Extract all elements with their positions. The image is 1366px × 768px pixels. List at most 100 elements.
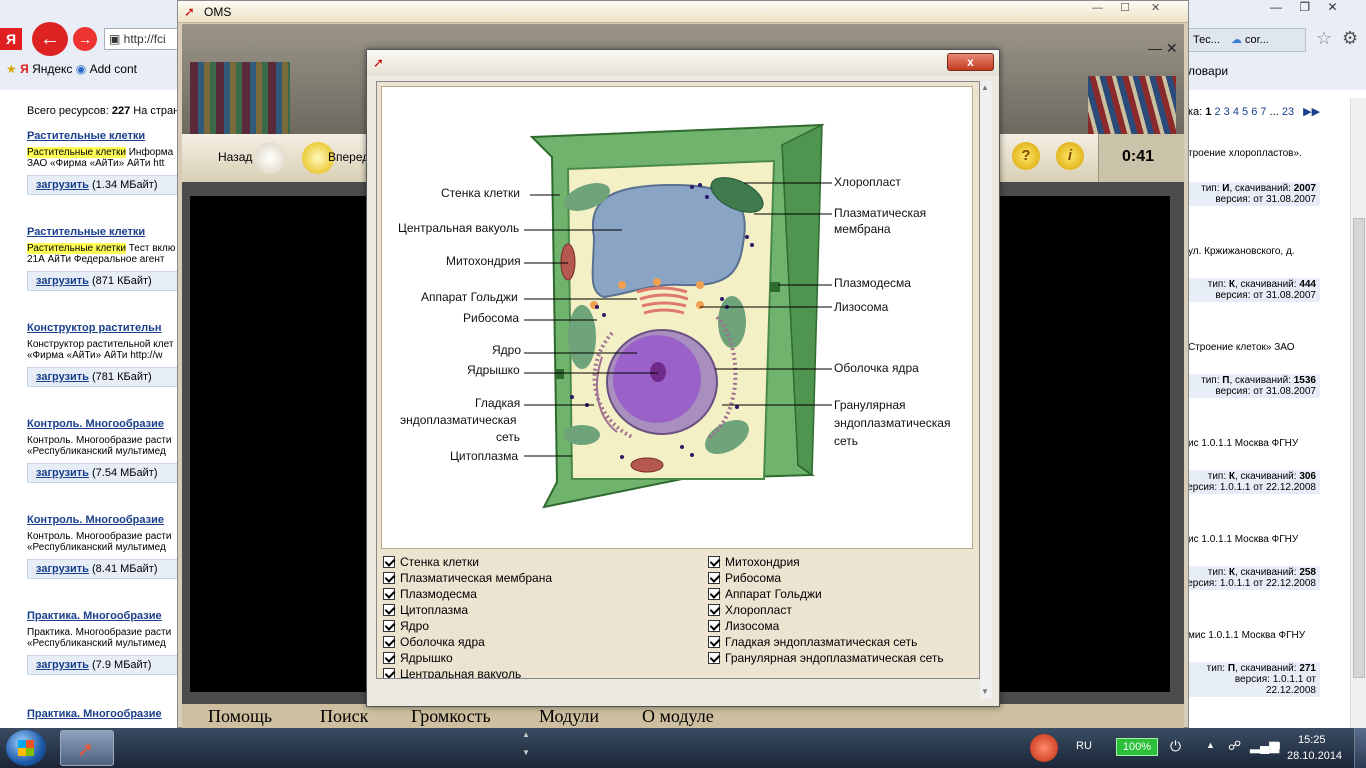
settings-gear-icon[interactable]: ⚙ (1342, 28, 1358, 49)
page-link[interactable]: 4 (1233, 106, 1239, 118)
back-icon[interactable]: ← (32, 22, 68, 56)
close-icon[interactable]: ✕ (1151, 2, 1160, 14)
label-smooth-er-3: сеть (496, 430, 521, 444)
page-link[interactable]: 3 (1224, 106, 1230, 118)
scrollbar-thumb[interactable] (1353, 218, 1365, 678)
checkbox-smooth-er[interactable]: Гладкая эндоплазматическая сеть (708, 635, 917, 651)
tab-test[interactable]: Тес... (1193, 34, 1220, 46)
cell-image-panel: Стенка клетки Центральная вакуоль Митохо… (381, 86, 973, 549)
forward-button[interactable]: Вперед (328, 150, 369, 164)
menu-help[interactable]: Помощь (208, 706, 272, 727)
checked-icon (708, 636, 720, 648)
minimize-icon[interactable]: — (1148, 40, 1162, 56)
download-link[interactable]: загрузить (36, 563, 89, 575)
address-bar[interactable]: ▣ http://fci (104, 28, 184, 50)
checkbox-golgi[interactable]: Аппарат Гольджи (708, 587, 822, 603)
checked-icon (383, 556, 395, 568)
download-link[interactable]: загрузить (36, 371, 89, 383)
yandex-icon[interactable]: Я (0, 28, 22, 50)
bookmark-add[interactable]: Add cont (90, 62, 137, 76)
checkbox-plasmodesma[interactable]: Плазмодесма (383, 587, 477, 603)
checkbox-central-vacuole[interactable]: Центральная вакуоль (383, 667, 521, 678)
download-link[interactable]: загрузить (36, 659, 89, 671)
checkbox-lysosome[interactable]: Лизосома (708, 619, 779, 635)
checkbox-ribosome[interactable]: Рибосома (708, 571, 781, 587)
dialog-close-button[interactable]: x (947, 53, 994, 71)
page-scrollbar[interactable] (1350, 98, 1366, 728)
next-page-icon[interactable]: ▶▶ (1303, 106, 1320, 118)
download-link[interactable]: загрузить (36, 467, 89, 479)
download-link[interactable]: загрузить (36, 275, 89, 287)
minimize-icon[interactable]: — (1270, 0, 1282, 14)
dialog-scrollbar[interactable]: ▲ ▼ (980, 81, 992, 699)
page-link[interactable]: 6 (1251, 106, 1257, 118)
maximize-icon[interactable]: ❐ (1299, 0, 1310, 14)
device-icon[interactable]: ☍ (1228, 738, 1241, 754)
download-link[interactable]: загрузить (36, 179, 89, 191)
taskbar-scroll[interactable]: ▲ ▼ (522, 730, 534, 766)
taskbar-oms-app[interactable]: ➚ (60, 730, 114, 766)
help-icon[interactable]: ? (1012, 142, 1040, 170)
resource-title[interactable]: Конструктор растительн (27, 322, 177, 334)
volume-icon[interactable]: ♬ (1272, 738, 1285, 753)
page-link[interactable]: 7 (1260, 106, 1266, 118)
checkbox-nucleus[interactable]: Ядро (383, 619, 429, 635)
checkbox-nucleolus[interactable]: Ядрышко (383, 651, 453, 667)
books-right-icon (1088, 76, 1176, 134)
menu-about[interactable]: О модуле (642, 706, 714, 727)
clock-time[interactable]: 15:25 (1298, 734, 1326, 746)
tray-expand-icon[interactable]: ▲ (1206, 740, 1215, 750)
label-granular-er-3: сеть (834, 434, 859, 448)
page-link[interactable]: 23 (1282, 106, 1294, 118)
checkbox-cell-wall[interactable]: Стенка клетки (383, 555, 479, 571)
favorites-star-icon[interactable]: ★ (6, 62, 17, 76)
checkbox-granular-er[interactable]: Гранулярная эндоплазматическая сеть (708, 651, 944, 667)
forward-icon[interactable]: → (73, 27, 97, 51)
checkbox-mitochondrion[interactable]: Митохондрия (708, 555, 800, 571)
page-link[interactable]: 5 (1242, 106, 1248, 118)
resource-item: Практика. Многообразие Практика. Многооб… (27, 610, 177, 675)
maximize-icon[interactable]: ☐ (1120, 2, 1130, 14)
oms-inner-controls: — ✕ (1148, 40, 1178, 57)
resource-title[interactable]: Практика. Многообразие (27, 708, 162, 720)
label-nuclear-envelope: Оболочка ядра (834, 361, 919, 375)
resource-title[interactable]: Контроль. Многообразие (27, 514, 177, 526)
star-icon[interactable]: ☆ (1316, 28, 1332, 49)
resource-title[interactable]: Растительные клетки (27, 130, 177, 142)
menu-modules[interactable]: Модули (539, 706, 599, 727)
menu-volume[interactable]: Громкость (411, 706, 491, 727)
oms-titlebar: ➚ OMS — ☐ ✕ (178, 1, 1188, 23)
battery-indicator[interactable]: 100% (1116, 738, 1158, 756)
checkbox-nuclear-envelope[interactable]: Оболочка ядра (383, 635, 485, 651)
language-indicator[interactable]: RU (1076, 740, 1092, 752)
bookmark-yandex[interactable]: Яндекс (32, 62, 72, 76)
resource-title[interactable]: Практика. Многообразие (27, 610, 177, 622)
checkbox-cytoplasm[interactable]: Цитоплазма (383, 603, 468, 619)
resource-title[interactable]: Контроль. Многообразие (27, 418, 177, 430)
notification-app-icon[interactable] (1030, 734, 1058, 762)
checked-icon (708, 652, 720, 664)
lysosome (618, 281, 626, 289)
page-link[interactable]: 1 (1205, 106, 1211, 118)
menu-search[interactable]: Поиск (320, 706, 368, 727)
close-icon[interactable]: ✕ (1327, 0, 1337, 14)
back-button[interactable]: Назад (218, 150, 252, 164)
resource-item: Растительные клетки Растительные клетки … (27, 130, 187, 195)
scroll-up-icon[interactable]: ▲ (981, 83, 989, 92)
checkbox-plasma-membrane[interactable]: Плазматическая мембрана (383, 571, 552, 587)
tab-cor[interactable]: ☁ cor... (1231, 34, 1269, 46)
clock-date[interactable]: 28.10.2014 (1287, 750, 1342, 762)
close-icon[interactable]: ✕ (1166, 40, 1178, 56)
minimize-icon[interactable]: — (1092, 2, 1103, 14)
resource-title[interactable]: Растительные клетки (27, 226, 177, 238)
power-plug-icon[interactable]: ⏻ (1170, 738, 1181, 755)
info-icon[interactable]: i (1056, 142, 1084, 170)
start-button[interactable] (6, 730, 46, 766)
scroll-down-icon[interactable]: ▼ (981, 687, 989, 696)
checkbox-chloroplast[interactable]: Хлоропласт (708, 603, 792, 619)
show-desktop-button[interactable] (1354, 728, 1366, 768)
back-round-icon[interactable] (254, 142, 286, 174)
dictionaries-link[interactable]: ловари (1188, 64, 1228, 78)
mitochondrion (630, 457, 664, 473)
page-link[interactable]: 2 (1214, 106, 1220, 118)
